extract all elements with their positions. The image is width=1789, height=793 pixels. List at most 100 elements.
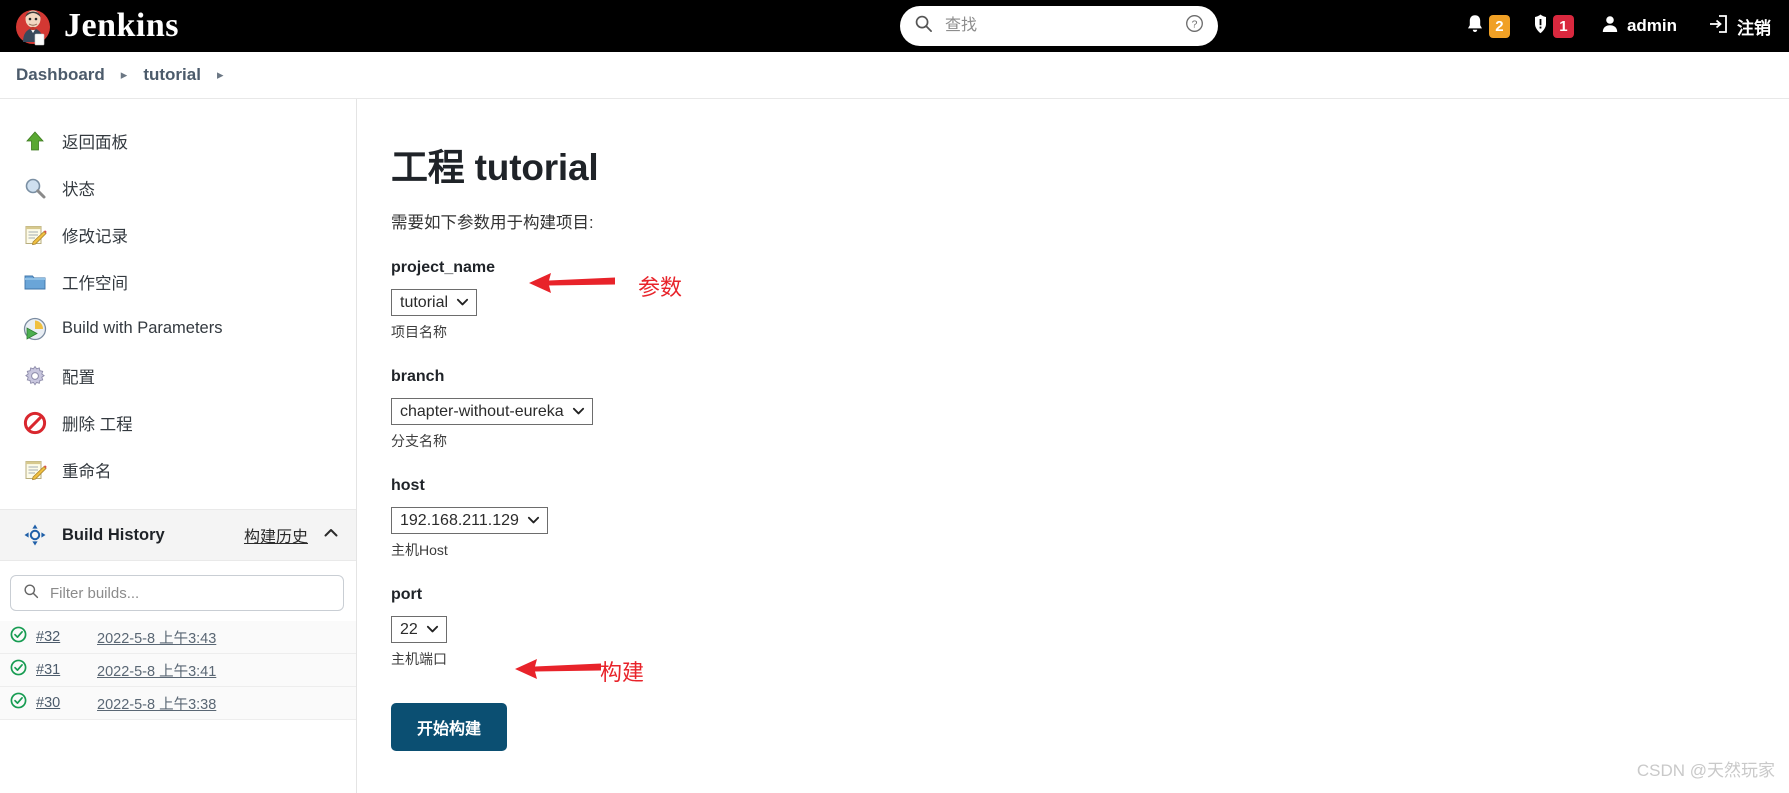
build-row[interactable]: #30 2022-5-8 上午3:38 <box>0 687 356 720</box>
sidebar-item-configure[interactable]: 配置 <box>0 352 356 399</box>
breadcrumb: Dashboard ▸ tutorial ▸ <box>0 52 1789 99</box>
sidebar-item-back-to-dashboard[interactable]: 返回面板 <box>0 117 356 164</box>
user-menu[interactable]: admin <box>1600 14 1677 39</box>
help-circle-icon[interactable]: ? <box>1185 14 1204 38</box>
sidebar-item-status[interactable]: 状态 <box>0 164 356 211</box>
success-check-icon <box>10 659 27 681</box>
build-date[interactable]: 2022-5-8 上午3:43 <box>97 627 216 648</box>
parameter-label: host <box>391 477 425 494</box>
host-select[interactable]: 192.168.211.129 <box>391 507 548 534</box>
success-check-icon <box>10 692 27 714</box>
sidebar-item-label: 状态 <box>62 180 95 199</box>
build-history-subtitle[interactable]: 构建历史 <box>244 523 308 547</box>
build-number[interactable]: #31 <box>36 662 88 678</box>
logout-label: 注销 <box>1737 18 1771 38</box>
annotation-parameters <box>527 268 617 303</box>
sidebar-item-label: 重命名 <box>62 462 112 481</box>
filter-builds-box[interactable] <box>10 575 344 611</box>
notifications-group[interactable]: 2 <box>1465 13 1510 40</box>
magnifier-icon <box>22 175 48 201</box>
no-entry-icon <box>22 410 48 436</box>
notepad-pencil-icon <box>22 222 48 248</box>
build-history-list: #32 2022-5-8 上午3:43 #31 2022-5-8 上午3:41 … <box>0 621 356 720</box>
build-row[interactable]: #31 2022-5-8 上午3:41 <box>0 654 356 687</box>
parameter-label: branch <box>391 368 445 385</box>
annotation-build-label: 构建 <box>600 660 645 685</box>
page-title: 工程 tutorial <box>391 147 599 188</box>
user-name: admin <box>1626 16 1677 35</box>
annotation-build <box>513 654 603 689</box>
sidebar-task-list: 返回面板 状态 修改记录 工作空间 Build with Parameters <box>0 99 356 493</box>
build-filter-wrap <box>0 561 356 621</box>
watermark: CSDN @天然玩家 <box>1636 761 1775 780</box>
sidebar: 返回面板 状态 修改记录 工作空间 Build with Parameters <box>0 99 357 793</box>
sidebar-item-build-with-parameters[interactable]: Build with Parameters <box>0 305 356 352</box>
build-history-header[interactable]: Build History 构建历史 <box>0 509 356 561</box>
search-input[interactable] <box>943 16 1185 36</box>
svg-text:?: ? <box>1192 20 1198 31</box>
parameter-label: port <box>391 586 423 603</box>
success-check-icon <box>10 626 27 648</box>
chevron-down-icon <box>456 297 469 309</box>
chevron-down-icon <box>572 406 585 418</box>
annotation-parameters-label: 参数 <box>638 275 683 300</box>
select-value: 192.168.211.129 <box>400 511 519 529</box>
page-description: 需要如下参数用于构建项目: <box>391 214 594 232</box>
select-value: 22 <box>400 620 418 638</box>
exclamation-shield-icon[interactable] <box>1532 13 1549 40</box>
start-build-button[interactable]: 开始构建 <box>391 703 508 751</box>
sidebar-item-delete-project[interactable]: 删除 工程 <box>0 399 356 446</box>
sidebar-item-label: Build with Parameters <box>62 319 223 337</box>
branch-select[interactable]: chapter-without-eureka <box>391 398 593 425</box>
jenkins-brand-link[interactable]: Jenkins <box>14 6 179 46</box>
chevron-up-icon[interactable] <box>322 524 340 547</box>
chevron-down-icon <box>527 515 540 527</box>
person-icon <box>1600 14 1620 39</box>
parameter-hint: 分支名称 <box>391 433 447 449</box>
project_name-select[interactable]: tutorial <box>391 289 478 316</box>
parameter-field-branch: branch chapter-without-eureka 分支名称 <box>391 368 1789 451</box>
parameter-hint: 项目名称 <box>391 324 447 340</box>
sidebar-item-rename[interactable]: 重命名 <box>0 446 356 493</box>
select-value: chapter-without-eureka <box>400 402 564 420</box>
breadcrumb-item-dashboard[interactable]: Dashboard <box>16 65 105 85</box>
sidebar-item-label: 修改记录 <box>62 227 128 246</box>
build-history-icon <box>22 522 48 548</box>
brand-title: Jenkins <box>64 7 179 44</box>
bell-icon[interactable] <box>1465 13 1485 40</box>
filter-builds-input[interactable] <box>48 583 331 603</box>
select-value: tutorial <box>400 293 449 311</box>
sidebar-item-label: 删除 工程 <box>62 415 133 434</box>
chevron-right-icon-2[interactable]: ▸ <box>217 67 224 83</box>
build-number[interactable]: #30 <box>36 695 88 711</box>
sidebar-item-workspace[interactable]: 工作空间 <box>0 258 356 305</box>
build-date[interactable]: 2022-5-8 上午3:38 <box>97 693 216 714</box>
build-date[interactable]: 2022-5-8 上午3:41 <box>97 660 216 681</box>
folder-icon <box>22 269 48 295</box>
up-arrow-icon <box>22 128 48 154</box>
parameter-field-host: host 192.168.211.129 主机Host <box>391 477 1789 560</box>
left-arrow-icon <box>513 659 603 688</box>
logout-button[interactable]: 注销 <box>1707 13 1771 40</box>
chevron-right-icon: ▸ <box>120 67 128 82</box>
notification-count-badge[interactable]: 2 <box>1488 14 1510 38</box>
jenkins-butler-icon <box>14 6 54 46</box>
parameter-hint: 主机Host <box>391 542 448 558</box>
sidebar-item-changes[interactable]: 修改记录 <box>0 211 356 258</box>
sidebar-item-label: 配置 <box>62 368 95 387</box>
sidebar-item-label: 工作空间 <box>62 274 128 293</box>
notepad-pencil-icon <box>22 457 48 483</box>
port-select[interactable]: 22 <box>391 616 447 643</box>
left-arrow-icon <box>527 273 617 302</box>
build-row[interactable]: #32 2022-5-8 上午3:43 <box>0 621 356 654</box>
alert-count-badge[interactable]: 1 <box>1552 14 1574 38</box>
alerts-group[interactable]: 1 <box>1532 13 1574 40</box>
chevron-down-icon <box>426 624 439 636</box>
logout-icon <box>1707 13 1729 40</box>
search-icon <box>23 583 39 604</box>
header-actions: 2 1 admin 注销 <box>1447 0 1771 52</box>
global-search-box[interactable]: ? <box>900 6 1218 46</box>
search-icon <box>914 14 933 38</box>
breadcrumb-item-tutorial[interactable]: tutorial <box>143 65 201 85</box>
build-number[interactable]: #32 <box>36 629 88 645</box>
